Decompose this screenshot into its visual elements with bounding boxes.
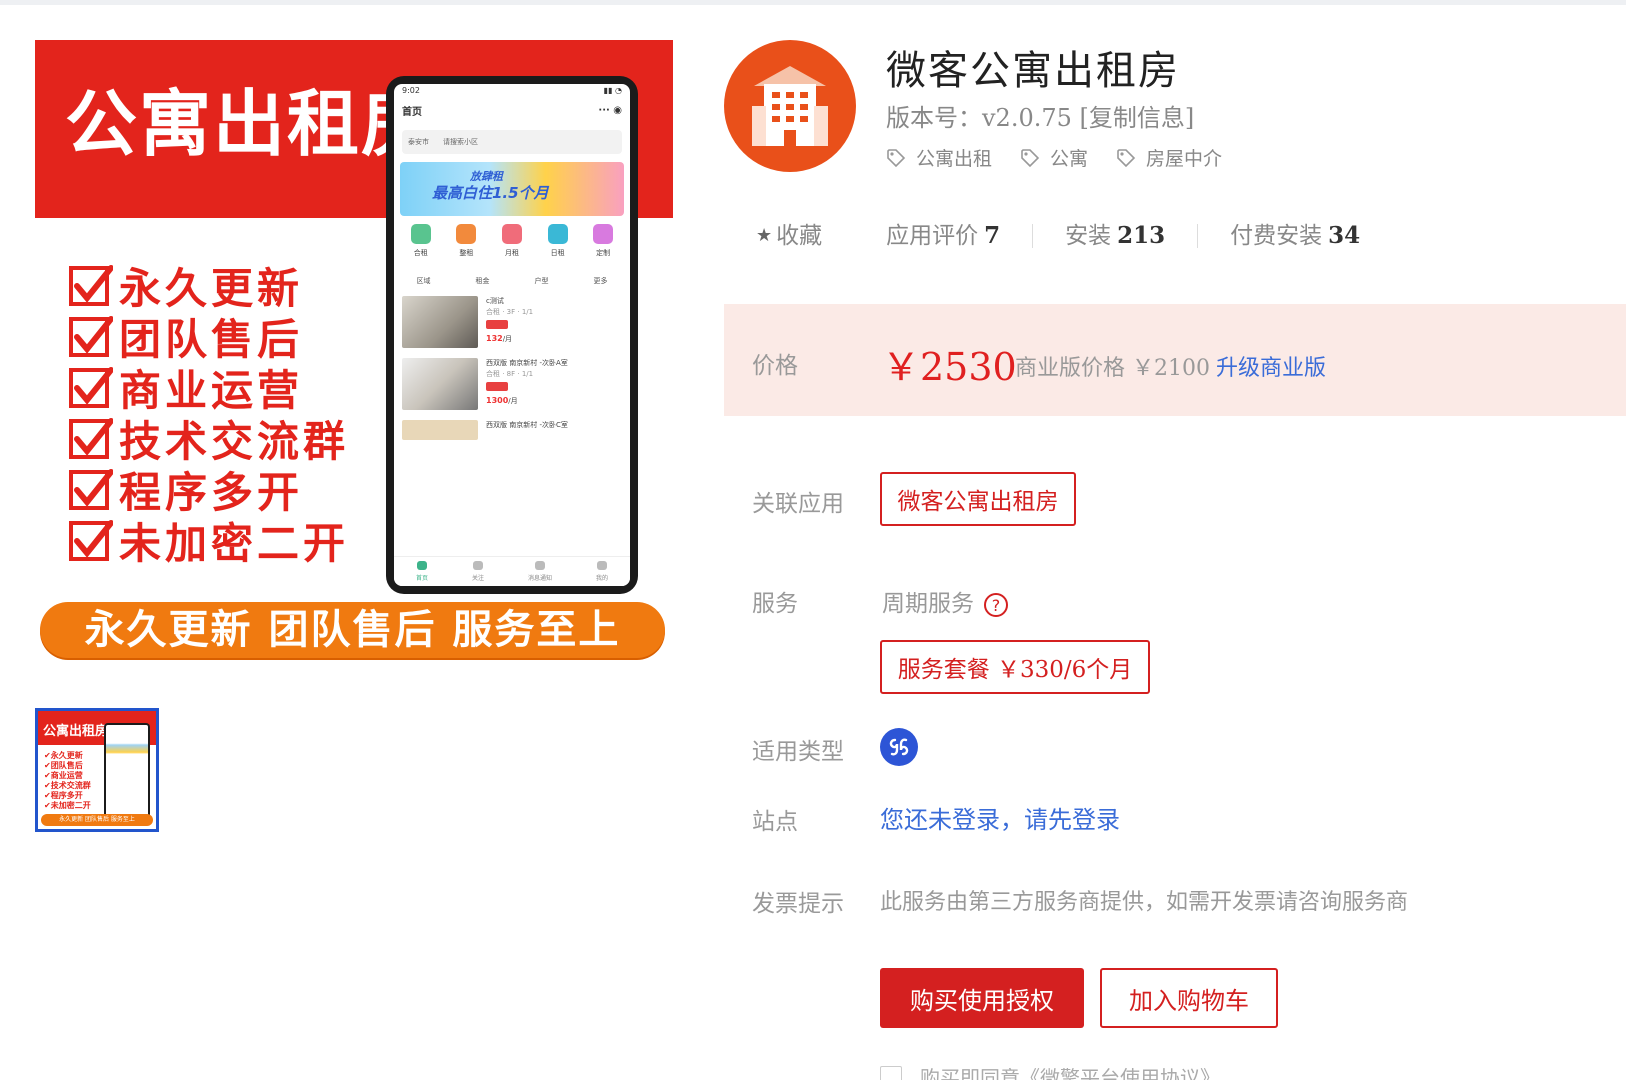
listing-image (402, 420, 478, 440)
check-icon (69, 468, 113, 510)
thumbnail-phone (104, 723, 150, 818)
invoice-label: 发票提示 (752, 891, 844, 917)
shortcut-item: 整租 (456, 224, 477, 258)
shortcut-item: 月租 (501, 224, 522, 258)
phone-listing: 西双版 南京新村 -次卧A室 合租 · 8F · 1/1 1300/月 (394, 348, 630, 410)
phone-mockup: 9:02 ▮▮ ◔ 首页 ··· ◉ 泰安市 请搜索小区 放肆租 最高白住1.5个月… (386, 76, 638, 594)
add-to-cart-button[interactable]: 加入购物车 (1100, 968, 1278, 1028)
check-icon (69, 519, 113, 561)
business-price: 商业版价格 ￥2100 升级商业版 (1015, 356, 1326, 381)
tag-item[interactable]: 公寓 (1020, 144, 1088, 171)
help-icon[interactable]: ? (984, 593, 1008, 617)
buy-button[interactable]: 购买使用授权 (880, 968, 1084, 1028)
related-app-button[interactable]: 微客公寓出租房 (880, 472, 1076, 526)
mini-program-icon (880, 728, 918, 766)
phone-search: 泰安市 请搜索小区 (402, 130, 622, 154)
banner-feature: 未加密二开 (69, 515, 349, 568)
check-icon (69, 417, 113, 459)
phone-ad-banner: 放肆租 最高白住1.5个月 (400, 162, 624, 216)
agreement-row: 购买即同意《微擎平台使用协议》 (880, 1062, 1220, 1080)
listing-image (402, 358, 478, 410)
banner-title: 公寓出租房 (65, 82, 436, 166)
banner-feature-list: 永久更新 团队售后 商业运营 技术交流群 程序多开 未加密二开 (69, 260, 349, 568)
banner-feature: 团队售后 (69, 311, 349, 364)
top-bar (0, 0, 1626, 5)
banner-feature: 永久更新 (69, 260, 349, 313)
check-icon (69, 315, 113, 357)
platform-label: 适用类型 (752, 739, 844, 765)
tag-icon (1117, 148, 1136, 167)
favorite-button[interactable]: ★ 收藏 (756, 224, 854, 248)
more-icon: ··· ◉ (598, 104, 622, 116)
agreement-text[interactable]: 购买即同意《微擎平台使用协议》 (920, 1062, 1220, 1080)
service-type: 周期服务? (882, 584, 1008, 618)
listing-image (402, 296, 478, 348)
login-link[interactable]: 您还未登录，请先登录 (880, 800, 1120, 835)
price-value: ￥2530 (882, 345, 1017, 389)
agreement-checkbox[interactable] (880, 1065, 902, 1080)
invoice-text: 此服务由第三方服务商提供，如需开发票请咨询服务商 (880, 890, 1409, 915)
shortcut-item: 定制 (593, 224, 614, 258)
related-app-label: 关联应用 (752, 491, 844, 517)
tag-item[interactable]: 房屋中介 (1116, 144, 1222, 171)
banner-slogan: 永久更新 团队售后 服务至上 (40, 602, 665, 658)
phone-filters: 区域 租金 户型 更多 (416, 277, 608, 285)
banner-feature: 商业运营 (69, 362, 349, 415)
stat-installs: 安装 213 (1032, 224, 1197, 248)
building-icon (752, 66, 828, 146)
app-stats: ★ 收藏 应用评价 7 安装 213 付费安装 34 (756, 224, 1392, 248)
phone-tab-bar: 首页 关注 消息通知 我的 (394, 556, 630, 586)
thumbnail-selected[interactable]: 公寓出租房 ✔永久更新 ✔团队售后 ✔商业运营 ✔技术交流群 ✔程序多开 ✔未加密二开 … (35, 708, 159, 832)
app-title: 微客公寓出租房 (886, 48, 1180, 94)
phone-listing: c测试 合租 · 3F · 1/1 132/月 (394, 286, 630, 348)
star-icon: ★ (756, 225, 773, 246)
banner-feature: 技术交流群 (69, 413, 349, 466)
thumbnail-feature-list: ✔永久更新 ✔团队售后 ✔商业运营 ✔技术交流群 ✔程序多开 ✔未加密二开 (44, 751, 91, 810)
app-tags: 公寓出租 公寓 房屋中介 (886, 144, 1222, 171)
app-logo (724, 40, 856, 172)
service-package-button[interactable]: 服务套餐 ￥330/6个月 (880, 640, 1150, 694)
check-icon (69, 264, 113, 306)
product-banner-image: 公寓出租房 永久更新 团队售后 商业运营 技术交流群 程序多开 未加密二开 9:… (35, 40, 673, 660)
tag-icon (1021, 148, 1040, 167)
stat-paid-installs: 付费安装 34 (1197, 224, 1392, 248)
phone-status-bar: 9:02 ▮▮ ◔ (402, 86, 622, 95)
version-info[interactable]: 版本号：v2.0.75 [复制信息] (886, 98, 1194, 133)
shortcut-item: 合租 (410, 224, 431, 258)
signal-icon: ▮▮ ◔ (603, 86, 622, 95)
phone-listing: 西双版 南京新村 -次卧C室 (394, 410, 630, 440)
banner-feature: 程序多开 (69, 464, 349, 517)
phone-screen: 9:02 ▮▮ ◔ 首页 ··· ◉ 泰安市 请搜索小区 放肆租 最高白住1.5个月… (394, 84, 630, 586)
upgrade-link[interactable]: 升级商业版 (1216, 356, 1326, 381)
stat-rating[interactable]: 应用评价 7 (854, 224, 1032, 249)
service-label: 服务 (752, 591, 798, 617)
price-label: 价格 (752, 353, 798, 379)
check-icon (69, 366, 113, 408)
phone-shortcuts: 合租 整租 月租 日租 定制 (394, 224, 630, 258)
tag-item[interactable]: 公寓出租 (886, 144, 992, 171)
tag-icon (887, 148, 906, 167)
site-label: 站点 (752, 809, 798, 835)
phone-header: 首页 ··· ◉ (402, 104, 622, 118)
shortcut-item: 日租 (547, 224, 568, 258)
